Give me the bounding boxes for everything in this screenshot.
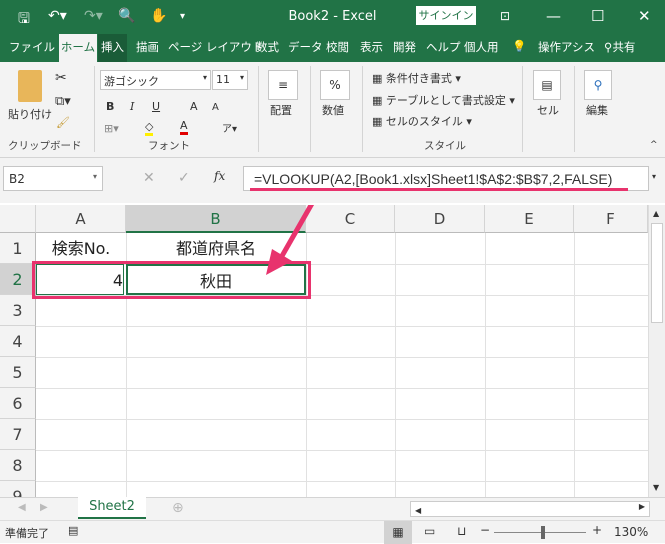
tab-data[interactable]: データ: [288, 39, 323, 55]
cell-styles-button[interactable]: ▦ セルのスタイル ▾: [372, 113, 472, 129]
ribbon: 貼り付け ✂ ⧉▾ 🖌 クリップボード 游ゴシック ▾ 11 ▾ B I U A A…: [0, 62, 665, 158]
zoom-out-icon[interactable]: −: [480, 523, 490, 537]
window-title: Book2 - Excel: [288, 9, 377, 24]
page-break-view-icon[interactable]: ⊔: [457, 524, 466, 538]
cancel-icon[interactable]: ✕: [143, 170, 155, 186]
page-layout-view-icon[interactable]: ▭: [424, 524, 435, 538]
bold-button[interactable]: B: [106, 100, 114, 113]
sheet-tab-bar: ◀ ▶ Sheet2 ⊕ ◀ ▶: [0, 497, 665, 520]
vertical-scroll-thumb[interactable]: [651, 223, 663, 323]
minimize-icon[interactable]: —: [546, 7, 561, 25]
paste-icon[interactable]: [18, 70, 42, 102]
maximize-icon[interactable]: ☐: [591, 7, 604, 25]
cells-icon[interactable]: ▤: [533, 70, 561, 100]
vertical-scrollbar[interactable]: ▲ ▼: [648, 205, 665, 497]
font-color-button[interactable]: A: [180, 119, 188, 135]
expand-formula-icon[interactable]: ▾: [652, 172, 656, 181]
status-bar: 準備完了 ▤ ▦ ▭ ⊔ − + 130%: [0, 520, 665, 544]
sheet-tab-sheet2[interactable]: Sheet2: [78, 497, 146, 519]
zoom-slider[interactable]: [494, 532, 586, 533]
alignment-button[interactable]: 配置: [270, 102, 292, 118]
name-box-value: B2: [9, 172, 25, 186]
italic-button[interactable]: I: [130, 100, 134, 113]
tell-me-search[interactable]: 操作アシス: [538, 39, 595, 55]
tab-review[interactable]: 校閲: [326, 39, 349, 55]
scroll-down-icon[interactable]: ▼: [653, 483, 659, 492]
grow-font-button[interactable]: A: [190, 100, 198, 113]
clipboard-group-label: クリップボード: [8, 140, 82, 152]
scroll-up-icon[interactable]: ▲: [653, 209, 659, 218]
new-sheet-icon[interactable]: ⊕: [172, 500, 184, 516]
font-name-value: 游ゴシック: [104, 75, 159, 88]
editing-button[interactable]: 編集: [586, 102, 608, 118]
phonetic-icon[interactable]: ア▾: [222, 120, 237, 135]
font-group-label: フォント: [148, 140, 190, 152]
percent-icon[interactable]: %: [320, 70, 350, 100]
fill-color-icon[interactable]: ◇: [145, 120, 154, 136]
copy-icon[interactable]: ⧉▾: [55, 94, 71, 109]
tab-page-layout[interactable]: ページ レイアウト: [168, 39, 263, 55]
styles-group-label: スタイル: [424, 140, 466, 152]
close-icon[interactable]: ✕: [638, 7, 651, 25]
borders-icon[interactable]: ⊞▾: [104, 122, 119, 135]
insert-function-icon[interactable]: fx: [214, 169, 225, 183]
tab-view[interactable]: 表示: [360, 39, 383, 55]
formula-bar: B2 ▾ ✕ ✓ fx =VLOOKUP(A2,[Book1.xlsx]Sheet…: [0, 158, 665, 203]
number-button[interactable]: 数値: [322, 102, 344, 118]
next-sheet-icon[interactable]: ▶: [40, 502, 48, 513]
share-label: 共有: [612, 40, 636, 54]
name-box[interactable]: B2 ▾: [3, 166, 103, 191]
font-name-dropdown[interactable]: 游ゴシック ▾: [100, 70, 211, 90]
formula-underline-annotation: [250, 188, 628, 191]
worksheet-grid[interactable]: A B C D E F 1 2 3 4 5 6 7 8 9 検索No. 都道府県…: [0, 205, 648, 497]
zoom-in-icon[interactable]: +: [592, 523, 602, 537]
search-icon[interactable]: ⚲: [584, 70, 612, 100]
cells-button[interactable]: セル: [537, 102, 559, 118]
macro-record-icon[interactable]: ▤: [68, 524, 78, 537]
shrink-font-button[interactable]: A: [212, 102, 219, 113]
normal-view-icon[interactable]: ▦: [384, 521, 412, 544]
collapse-ribbon-icon[interactable]: ^: [650, 140, 658, 150]
prev-sheet-icon[interactable]: ◀: [18, 502, 26, 513]
zoom-level[interactable]: 130%: [614, 525, 648, 539]
alignment-icon[interactable]: ≡: [268, 70, 298, 100]
tab-file[interactable]: ファイル: [9, 39, 55, 55]
cut-icon[interactable]: ✂: [55, 70, 67, 86]
conditional-format-button[interactable]: ▦ 条件付き書式 ▾: [372, 70, 461, 86]
tab-developer[interactable]: 開発: [393, 39, 416, 55]
format-as-table-button[interactable]: ▦ テーブルとして書式設定 ▾: [372, 92, 515, 108]
horizontal-scrollbar[interactable]: ◀ ▶: [410, 501, 650, 517]
cell-styles-label: セルのスタイル: [385, 115, 463, 128]
font-size-dropdown[interactable]: 11 ▾: [212, 70, 248, 90]
tab-personal[interactable]: 個人用: [464, 39, 499, 55]
tab-home[interactable]: ホーム: [59, 34, 97, 62]
ribbon-tabs: ファイル ホーム 挿入 描画 ページ レイアウト 数式 データ 校閲 表示 開発…: [0, 34, 665, 62]
tab-insert[interactable]: 挿入: [98, 34, 127, 62]
ribbon-display-icon[interactable]: ⊡: [500, 9, 510, 23]
tab-help[interactable]: ヘルプ: [426, 39, 461, 55]
enter-icon[interactable]: ✓: [178, 170, 190, 186]
share-button[interactable]: ⚲共有: [604, 39, 635, 55]
formula-text: =VLOOKUP(A2,[Book1.xlsx]Sheet1!$A$2:$B$7…: [254, 171, 613, 187]
font-size-value: 11: [216, 73, 230, 86]
signin-button[interactable]: サインイン: [416, 6, 476, 25]
zoom-slider-thumb[interactable]: [541, 526, 545, 539]
title-bar: 🖫 ↶▾ ↷▾ 🔍 ✋ ▾ Book2 - Excel サインイン ⊡ — ☐ …: [0, 0, 665, 34]
underline-button[interactable]: U: [152, 100, 160, 113]
format-painter-icon[interactable]: 🖌: [56, 116, 70, 129]
tab-formulas[interactable]: 数式: [256, 39, 279, 55]
status-ready: 準備完了: [5, 527, 49, 540]
tab-draw[interactable]: 描画: [136, 39, 159, 55]
table-label: テーブルとして書式設定: [385, 94, 506, 107]
paste-button[interactable]: 貼り付け: [8, 106, 52, 122]
lightbulb-icon: 💡: [512, 39, 527, 53]
conditional-label: 条件付き書式: [385, 72, 452, 85]
arrow-annotation: [266, 205, 315, 275]
